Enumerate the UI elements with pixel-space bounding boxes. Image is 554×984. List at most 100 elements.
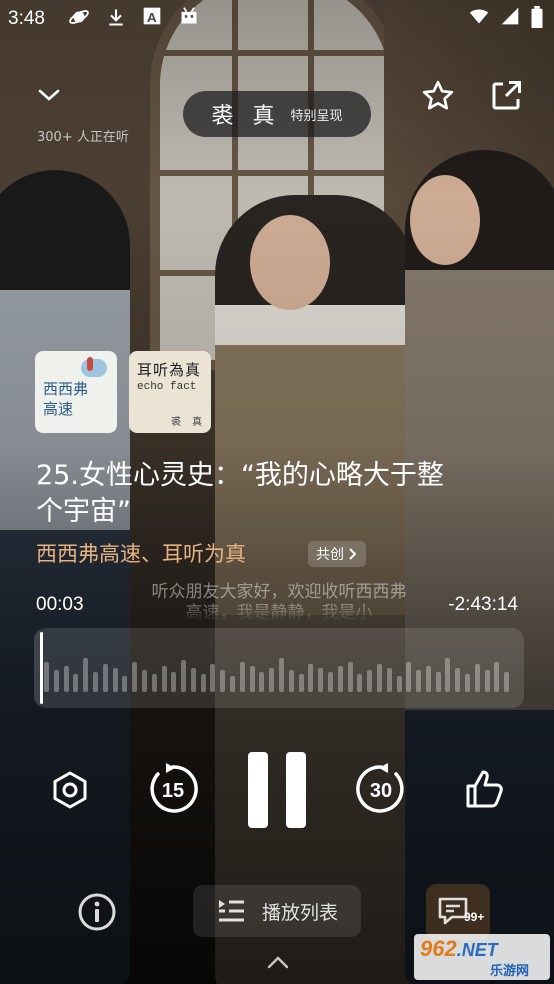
robot-icon xyxy=(181,7,197,24)
waveform-bar xyxy=(367,670,373,692)
playlist-label: 播放列表 xyxy=(261,901,338,924)
watermark-number: 962 xyxy=(420,936,457,961)
waveform-bar xyxy=(347,662,353,692)
rewind-seconds: 15 xyxy=(161,779,185,802)
waveform-bars xyxy=(44,628,514,708)
waveform-bar xyxy=(200,674,206,692)
waveform-bar xyxy=(249,666,255,692)
podcast-names-link[interactable]: 西西弗高速、耳听为真 xyxy=(36,538,246,568)
waveform-bar xyxy=(484,670,490,692)
elapsed-time: 00:03 xyxy=(36,594,84,615)
download-icon xyxy=(109,9,123,26)
waveform-bar xyxy=(416,670,422,692)
like-button[interactable] xyxy=(462,766,508,812)
info-icon xyxy=(78,893,116,931)
waveform-bar xyxy=(92,672,98,692)
waveform-bar xyxy=(474,664,480,692)
waveform-bar xyxy=(63,666,69,692)
waveform-bar xyxy=(44,662,49,692)
forward-seconds: 30 xyxy=(369,779,393,802)
waveform-bar xyxy=(230,676,236,692)
waveform-bar xyxy=(73,674,79,692)
cover-title: 耳听為真 xyxy=(137,361,202,379)
chevron-up-icon xyxy=(267,956,289,969)
waveform-bar xyxy=(122,676,128,692)
pause-button[interactable] xyxy=(246,752,308,828)
cover-subtitle: echo fact xyxy=(137,381,197,393)
waveform-bar xyxy=(445,658,451,692)
share-button[interactable] xyxy=(488,78,524,114)
waveform-bar xyxy=(112,668,118,692)
a-font-icon: A xyxy=(143,7,161,25)
waveform-bar xyxy=(259,672,265,692)
waveform-bar xyxy=(386,668,392,692)
rewind-button[interactable]: 15 xyxy=(144,760,202,818)
cocreate-button[interactable]: 共创 xyxy=(308,541,366,567)
waveform-bar xyxy=(83,658,89,692)
waveform-bar xyxy=(190,668,196,692)
playlist-icon xyxy=(218,900,244,922)
waveform-bar xyxy=(279,658,284,692)
thumbs-up-icon xyxy=(466,770,503,808)
cover-title: 西西弗 高速 xyxy=(43,380,89,418)
waveform-bar xyxy=(132,662,138,692)
playlist-button[interactable]: 播放列表 xyxy=(193,885,361,937)
hexagon-settings-icon xyxy=(53,771,87,809)
comments-button[interactable]: 99+ xyxy=(426,884,490,940)
seek-thumb[interactable] xyxy=(40,632,44,704)
transcript-preview[interactable]: 听众朋友大家好，欢迎收听西西弗高速，我是静静，我是小 xyxy=(148,582,410,622)
forward-button[interactable]: 30 xyxy=(352,760,410,818)
chevron-down-icon xyxy=(38,89,60,101)
waveform-bar xyxy=(455,668,461,692)
waveform-bar xyxy=(298,674,304,692)
signal-icon xyxy=(501,7,519,25)
watermark-logo: 962.NET 乐游网 xyxy=(414,934,550,980)
listeners-count: 300+ 人正在听 xyxy=(37,130,129,145)
waveform-bar xyxy=(161,666,167,692)
host-pill[interactable]: 裘 真 特别呈现 xyxy=(183,91,371,137)
remaining-time: -2:43:14 xyxy=(448,594,518,615)
favorite-button[interactable] xyxy=(420,78,456,114)
expand-button[interactable] xyxy=(266,954,290,970)
waveform-bar xyxy=(269,668,275,692)
battery-icon xyxy=(531,6,543,28)
info-button[interactable] xyxy=(77,892,117,932)
podcast-cover-ertingweizhen[interactable]: 耳听為真 echo fact 裘 真 xyxy=(129,351,211,433)
host-name: 裘 真 xyxy=(211,104,281,129)
cover-author: 裘 真 xyxy=(171,417,207,428)
waveform-bar xyxy=(53,670,59,692)
waveform-bar xyxy=(425,666,431,692)
waveform-bar xyxy=(210,664,216,692)
host-subtitle: 特别呈现 xyxy=(290,108,343,124)
waveform-bar xyxy=(494,662,500,692)
waveform-bar xyxy=(318,668,324,692)
waveform-bar xyxy=(337,666,343,692)
podcast-cover-xixifu[interactable]: 西西弗 高速 xyxy=(35,351,117,433)
chevron-right-icon xyxy=(349,548,357,560)
star-icon xyxy=(422,80,454,110)
waveform-bar xyxy=(220,670,226,692)
waveform-bar xyxy=(465,674,471,692)
status-time: 3:48 xyxy=(8,8,45,29)
waveform-bar xyxy=(288,670,294,692)
planet-icon xyxy=(69,10,89,24)
share-icon xyxy=(492,81,521,110)
collapse-button[interactable] xyxy=(34,80,64,110)
svg-text:A: A xyxy=(147,10,157,25)
waveform-bar xyxy=(181,660,187,692)
episode-title: 25.女性心灵史：“我的心略大于整个宇宙” xyxy=(36,460,444,527)
waveform-bar xyxy=(435,672,441,692)
waveform-bar xyxy=(504,672,510,692)
settings-button[interactable] xyxy=(48,768,92,812)
waveform-bar xyxy=(357,674,363,692)
comments-badge: 99+ xyxy=(464,910,485,924)
waveform-bar xyxy=(141,670,147,692)
waveform-bar xyxy=(239,662,245,692)
wifi-icon xyxy=(469,9,489,24)
watermark-domain: .NET xyxy=(456,940,498,960)
status-bar: 3:48 A xyxy=(0,0,554,36)
waveform-seekbar[interactable] xyxy=(34,628,524,708)
waveform-bar xyxy=(171,672,177,692)
waveform-bar xyxy=(308,664,314,692)
cocreate-label: 共创 xyxy=(316,547,344,563)
